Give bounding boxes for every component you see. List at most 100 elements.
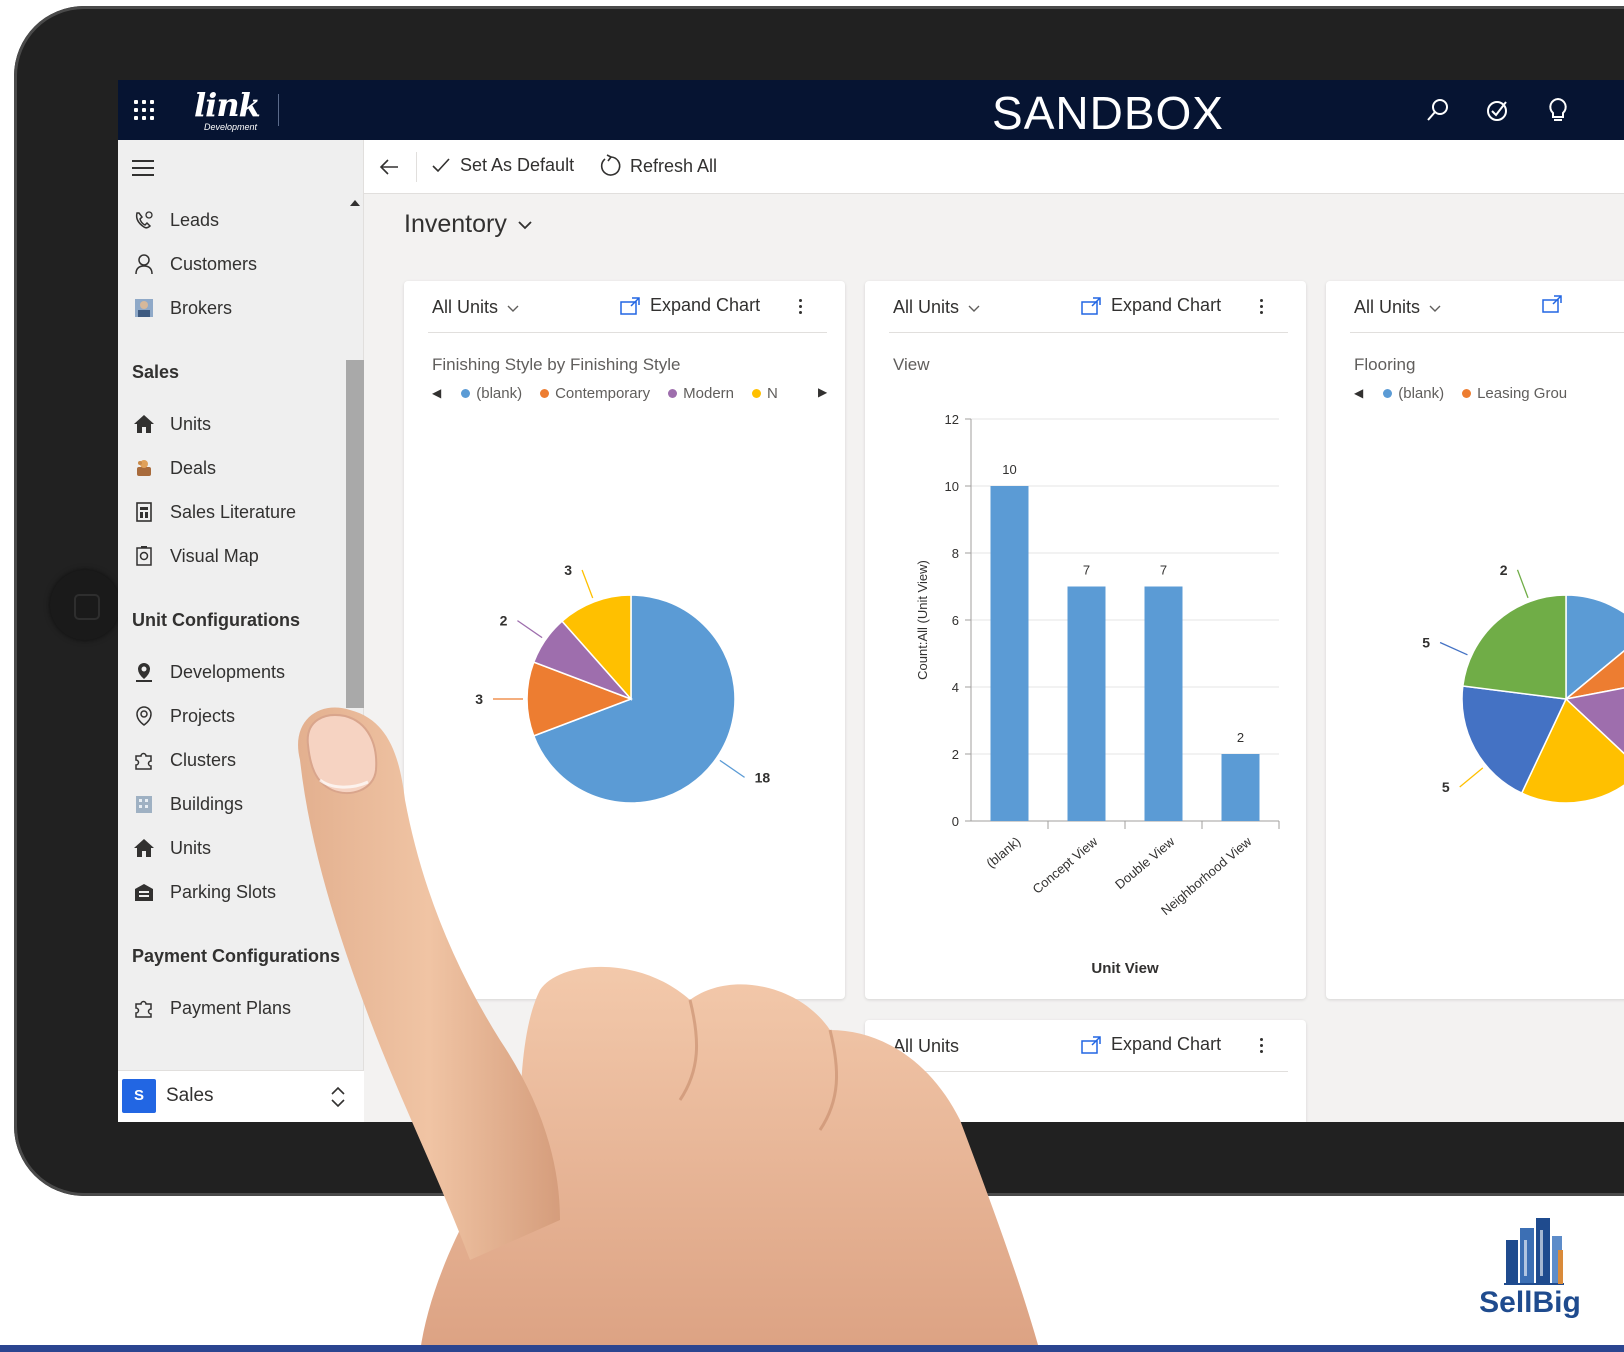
scroll-up-arrow-icon[interactable] <box>350 200 360 206</box>
pie-data-label: 5 <box>1442 779 1450 795</box>
building-icon <box>132 792 156 816</box>
pie-data-label: 2 <box>500 613 508 629</box>
chart-card-flooring: All Units Flooring ◀ (blank) Leasing Gro… <box>1326 281 1624 999</box>
bar-data-label: 2 <box>1237 730 1244 745</box>
pie-leader-line <box>719 759 745 778</box>
y-tick-label: 8 <box>952 546 959 561</box>
more-options-icon[interactable] <box>1257 295 1267 317</box>
phone-icon <box>132 208 156 232</box>
expand-icon <box>620 296 640 315</box>
refresh-icon <box>600 154 621 176</box>
sidebar-item-units[interactable]: Units <box>132 406 346 442</box>
y-tick-label: 12 <box>945 412 959 427</box>
sidebar-item-label: Brokers <box>170 297 233 318</box>
sidebar-group-unit-configurations: Unit Configurations <box>132 610 300 630</box>
document-icon <box>132 500 156 524</box>
pie-leader-line <box>581 569 594 599</box>
expand-chart-button[interactable]: Expand Chart <box>620 295 760 316</box>
cmd-divider <box>416 152 417 182</box>
chart-card-bottom: All Units Expand Chart <box>865 1020 1306 1122</box>
brand-logo[interactable]: link Development <box>188 86 284 134</box>
task-check-icon[interactable] <box>1484 96 1512 124</box>
set-as-default-label: Set As Default <box>460 154 575 175</box>
scrollbar-thumb[interactable] <box>346 360 364 708</box>
sidebar-item-sales-literature[interactable]: Sales Literature <box>132 494 346 530</box>
legend-item[interactable]: (blank) <box>461 385 522 402</box>
refresh-all-button[interactable]: Refresh All <box>598 154 717 178</box>
legend-item[interactable]: Contemporary <box>540 385 650 402</box>
dashboard-selector[interactable]: Inventory <box>404 210 533 239</box>
legend-prev-icon[interactable]: ◀ <box>1354 386 1363 400</box>
view-selector[interactable]: All Units <box>893 1036 959 1057</box>
pin-icon <box>132 704 156 728</box>
hamburger-menu-icon[interactable] <box>132 160 154 176</box>
y-tick-label: 6 <box>952 613 959 628</box>
pie-leader-line <box>1459 767 1484 788</box>
home-icon <box>132 836 156 860</box>
search-icon[interactable] <box>1424 96 1452 124</box>
x-tick-label: Double View <box>1112 833 1178 892</box>
bar <box>1067 586 1106 821</box>
sidebar-item-payment-plans[interactable]: Payment Plans <box>132 990 346 1026</box>
sidebar-item-label: Clusters <box>170 749 237 770</box>
chart-title: View <box>893 355 930 374</box>
sidebar-item-label: Leads <box>170 209 220 230</box>
legend-item[interactable]: (blank) <box>1383 385 1444 402</box>
view-selector-label: All Units <box>893 1036 960 1056</box>
sidebar-item-visual-map[interactable]: Visual Map <box>132 538 346 574</box>
expand-chart-button[interactable]: Expand Chart <box>1081 1034 1221 1055</box>
sellbig-logo: SellBig <box>1470 1210 1590 1320</box>
chevron-down-icon <box>507 305 519 312</box>
more-options-icon[interactable] <box>796 295 806 317</box>
sidebar-item-units-config[interactable]: Units <box>132 830 346 866</box>
sidebar-item-customers[interactable]: Customers <box>132 246 346 282</box>
expand-icon <box>1542 295 1562 313</box>
sidebar-item-leads[interactable]: Leads <box>132 202 346 238</box>
sidebar-item-clusters[interactable]: Clusters <box>132 742 346 778</box>
expand-chart-button[interactable]: Expand Chart <box>1081 295 1221 316</box>
view-selector[interactable]: All Units <box>893 297 981 318</box>
view-selector[interactable]: All Units <box>432 297 520 318</box>
sidebar-scrollbar[interactable] <box>346 200 364 1040</box>
lightbulb-icon[interactable] <box>1544 96 1572 124</box>
app-screen: link Development SANDBOX Leads Customers… <box>118 80 1624 1122</box>
x-tick-label: (blank) <box>983 834 1023 871</box>
pie-data-label: 18 <box>755 769 771 785</box>
legend-item[interactable]: Modern <box>668 385 734 402</box>
stage: link Development SANDBOX Leads Customers… <box>0 0 1624 1352</box>
back-button[interactable] <box>378 156 408 178</box>
sidebar-item-brokers[interactable]: Brokers <box>132 290 346 326</box>
view-selector-label: All Units <box>1354 297 1421 317</box>
tablet-home-button <box>50 570 120 640</box>
legend-prev-icon[interactable]: ◀ <box>432 386 441 400</box>
app-launcher-icon[interactable] <box>134 100 156 122</box>
chevron-up-down-icon[interactable] <box>328 1083 348 1111</box>
sidebar-item-buildings[interactable]: Buildings <box>132 786 346 822</box>
more-options-icon[interactable] <box>1257 1034 1267 1056</box>
sidebar-item-label: Developments <box>170 661 286 682</box>
sidebar: Leads Customers Brokers Sales Units Deal… <box>118 140 364 1122</box>
footer-accent-line <box>0 1345 1624 1352</box>
chart-card-finishing-style: All Units Expand Chart Finishing Style b… <box>404 281 845 999</box>
y-tick-label: 2 <box>952 747 959 762</box>
sidebar-item-parking-slots[interactable]: Parking Slots <box>132 874 346 910</box>
expand-icon <box>1081 1035 1101 1054</box>
area-switcher[interactable]: S Sales <box>118 1070 364 1122</box>
legend-item[interactable]: Leasing Grou <box>1462 385 1567 402</box>
legend-item[interactable]: N <box>752 385 778 402</box>
pie-data-label: 5 <box>1422 635 1430 651</box>
view-selector[interactable]: All Units <box>1354 297 1442 318</box>
expand-chart-button[interactable] <box>1542 295 1572 313</box>
pie-data-label: 2 <box>1500 562 1508 578</box>
sidebar-item-projects[interactable]: Projects <box>132 698 346 734</box>
expand-chart-label: Expand Chart <box>650 295 761 315</box>
card-header: All Units <box>1350 281 1624 333</box>
card-header: All Units Expand Chart <box>889 281 1288 333</box>
sidebar-item-developments[interactable]: Developments <box>132 654 346 690</box>
puzzle-icon <box>132 996 156 1020</box>
set-as-default-button[interactable]: Set As Default <box>430 154 574 176</box>
broker-icon <box>132 296 156 320</box>
sidebar-item-deals[interactable]: Deals <box>132 450 346 486</box>
card-header: All Units Expand Chart <box>428 281 827 333</box>
legend-next-icon[interactable]: ▶ <box>818 385 827 399</box>
